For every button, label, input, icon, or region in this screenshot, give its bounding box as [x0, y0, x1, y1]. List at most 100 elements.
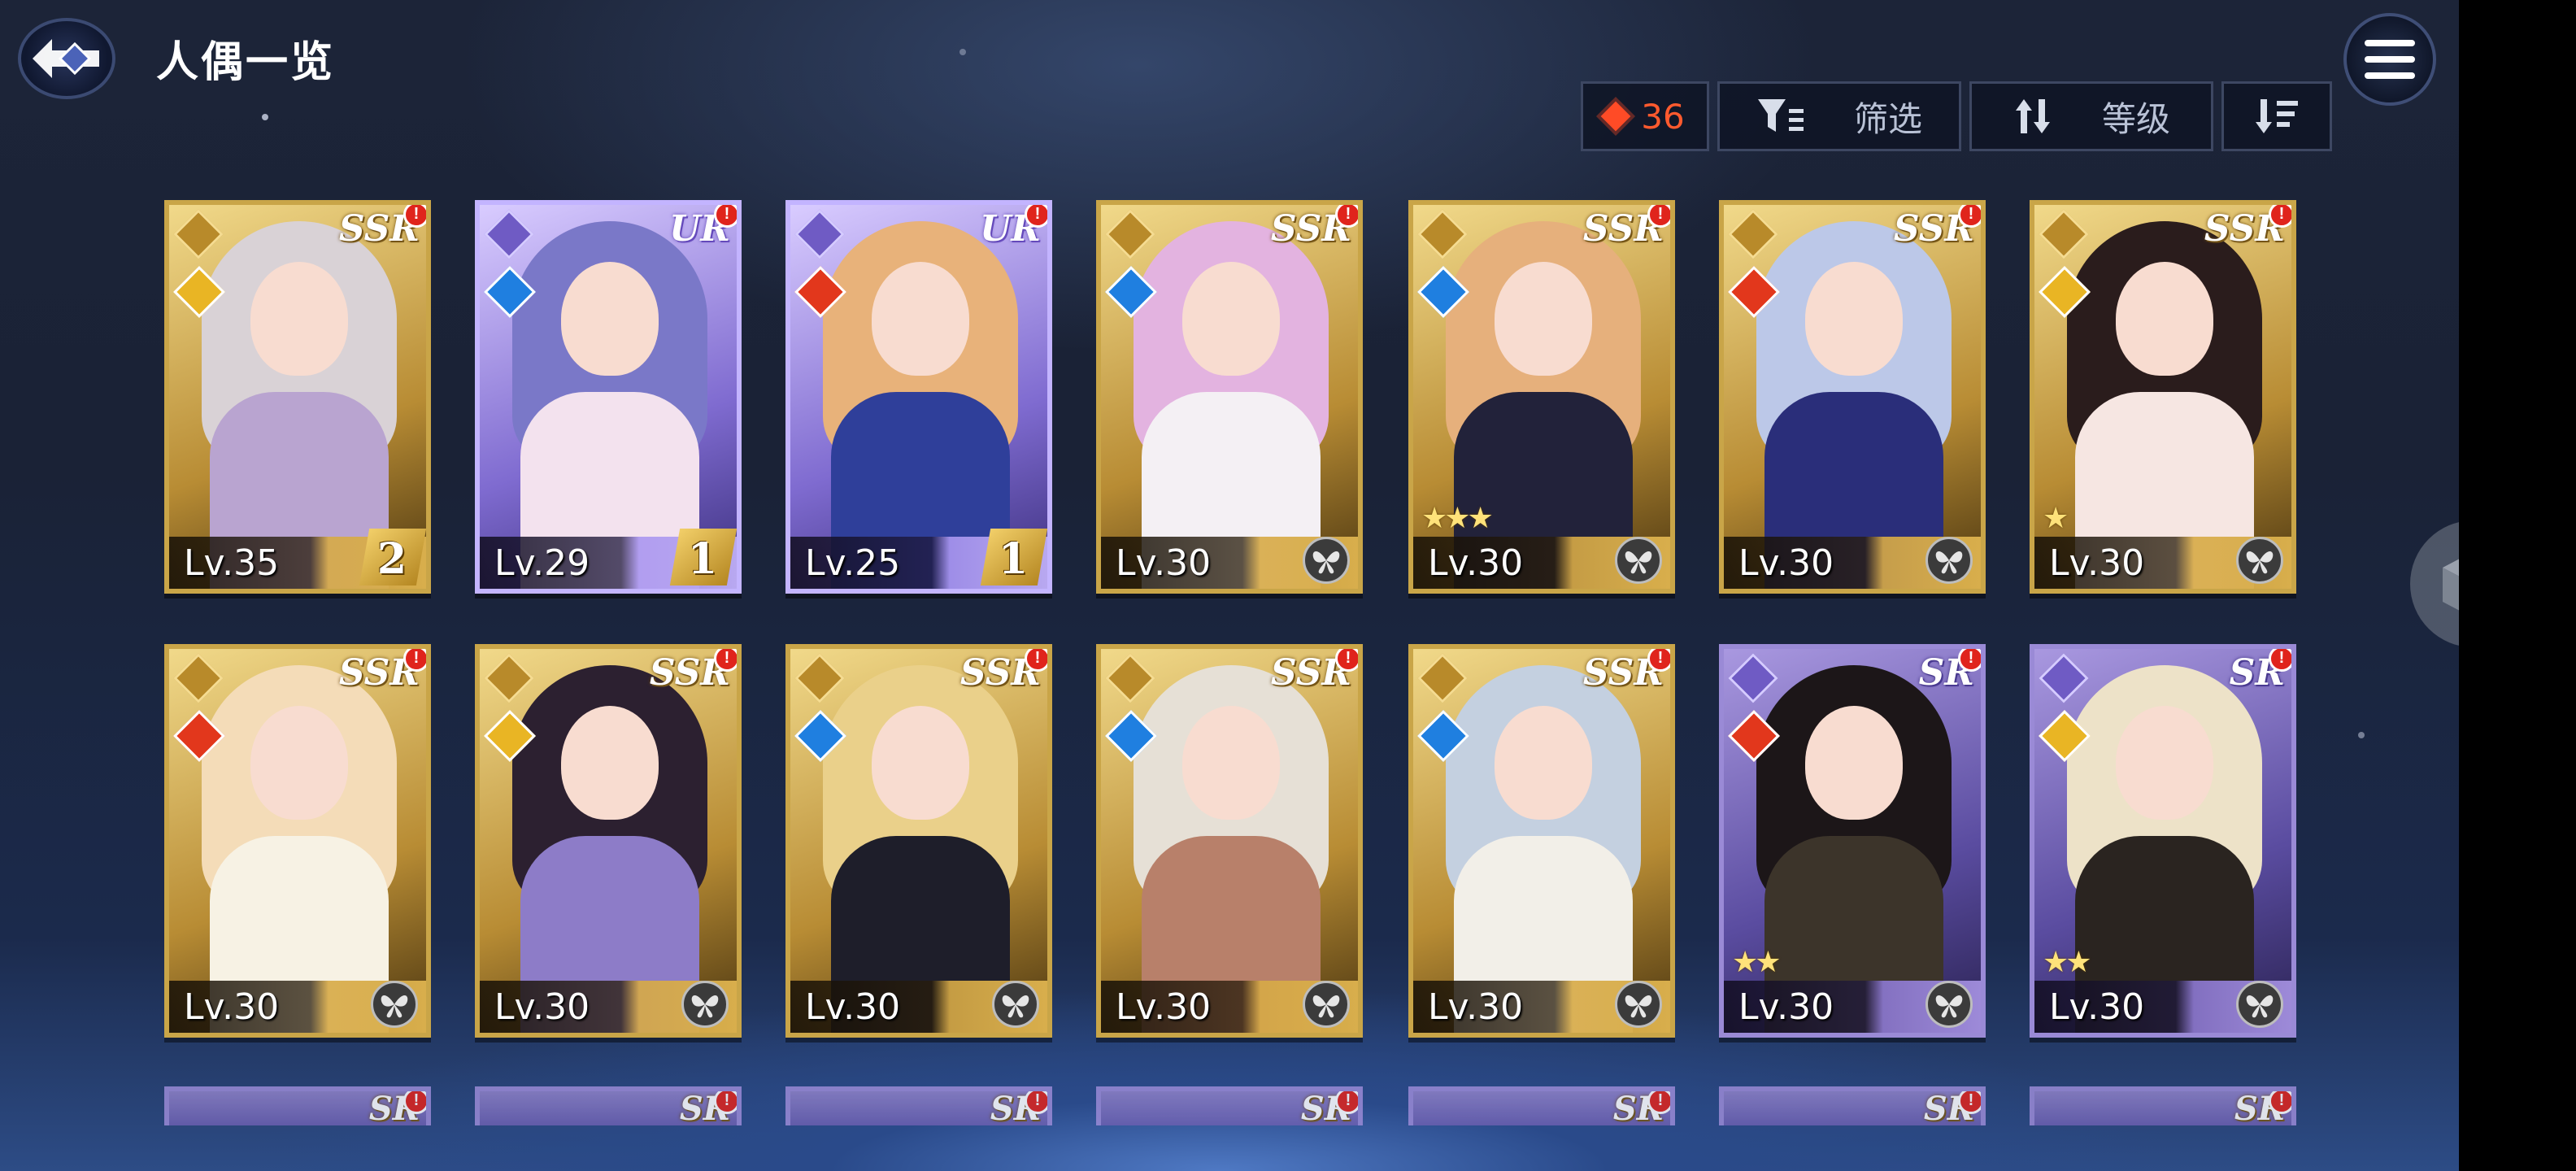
star-rating: ★★	[2043, 945, 2092, 978]
character-card-partial[interactable]: SR !	[1719, 1086, 1986, 1125]
alert-badge: !	[403, 649, 426, 672]
gem-icon	[1600, 101, 1631, 132]
character-card-partial[interactable]: SR !	[1096, 1086, 1363, 1125]
character-card[interactable]: SSR ! Lv.30	[1096, 200, 1363, 594]
alert-badge: !	[1025, 649, 1047, 672]
alert-badge: !	[2269, 1091, 2291, 1114]
character-card[interactable]: SSR ! ★★★ Lv.30	[1408, 200, 1675, 594]
bond-level: 1	[998, 534, 1028, 584]
character-card[interactable]: SSR ! Lv.30	[1408, 644, 1675, 1038]
alert-badge: !	[403, 205, 426, 228]
currency-counter: 36	[1581, 81, 1709, 151]
character-card[interactable]: SSR ! Lv.30	[1096, 644, 1363, 1038]
star-dust	[2358, 732, 2365, 738]
level-label: Lv.30	[805, 986, 901, 1028]
sort-label: 等级	[2101, 98, 2170, 139]
character-card[interactable]: SSR ! Lv.30	[1719, 200, 1986, 594]
alert-badge: !	[2269, 649, 2291, 672]
character-card[interactable]: UR ! Lv.25 1	[785, 200, 1052, 594]
character-portrait	[790, 649, 1047, 1033]
alert-badge: !	[714, 649, 737, 672]
character-card[interactable]: SSR ! Lv.30	[785, 644, 1052, 1038]
alert-badge: !	[1958, 205, 1981, 228]
level-label: Lv.30	[1738, 986, 1834, 1028]
portrait-face	[872, 706, 969, 820]
portrait-face	[1182, 262, 1280, 376]
butterfly-icon	[2236, 537, 2283, 584]
alert-badge: !	[1335, 1091, 1358, 1114]
butterfly-icon	[1615, 981, 1662, 1028]
character-card[interactable]: UR ! Lv.29 1	[475, 200, 742, 594]
portrait-face	[250, 706, 348, 820]
character-card[interactable]: SR ! ★★ Lv.30	[2030, 644, 2296, 1038]
portrait-face	[1805, 262, 1903, 376]
portrait-face	[1495, 706, 1592, 820]
butterfly-icon	[1925, 537, 1973, 584]
sort-arrows-icon	[2015, 99, 2050, 133]
level-label: Lv.30	[1428, 986, 1524, 1028]
character-card-partial[interactable]: SR !	[2030, 1086, 2296, 1125]
character-card-partial[interactable]: SR !	[1408, 1086, 1675, 1125]
star-dust	[959, 49, 966, 55]
portrait-face	[2116, 262, 2213, 376]
level-label: Lv.30	[1116, 542, 1212, 584]
back-arrow-icon	[33, 39, 99, 78]
character-portrait	[169, 649, 426, 1033]
alert-badge: !	[2269, 205, 2291, 228]
level-label: Lv.35	[184, 542, 280, 584]
bond-level: 2	[376, 534, 407, 584]
screen: 人偶一览 36 筛选 等级 SSR ! Lv.35 2 UR ! Lv.29 1…	[0, 0, 2459, 1171]
cube-button[interactable]	[2410, 520, 2459, 647]
alert-badge: !	[1647, 1091, 1670, 1114]
level-label: Lv.30	[1428, 542, 1524, 584]
filter-icon	[1757, 99, 1804, 132]
filter-button[interactable]: 筛选	[1717, 81, 1961, 151]
star-rating: ★★★	[1421, 501, 1494, 534]
portrait-face	[250, 262, 348, 376]
butterfly-icon	[1303, 981, 1350, 1028]
butterfly-icon	[992, 981, 1039, 1028]
character-portrait	[480, 649, 737, 1033]
character-card-partial[interactable]: SR !	[475, 1086, 742, 1125]
sort-button[interactable]: 等级	[1969, 81, 2213, 151]
hamburger-icon	[2365, 40, 2415, 79]
character-portrait	[1413, 649, 1670, 1033]
cube-icon	[2443, 559, 2459, 611]
level-label: Lv.30	[1116, 986, 1212, 1028]
portrait-face	[1495, 262, 1592, 376]
character-card[interactable]: SSR ! Lv.30	[164, 644, 431, 1038]
portrait-face	[2116, 706, 2213, 820]
level-label: Lv.25	[805, 542, 901, 584]
page-title: 人偶一览	[156, 38, 336, 87]
character-portrait	[1101, 649, 1358, 1033]
portrait-face	[561, 262, 659, 376]
character-card-partial[interactable]: SR !	[785, 1086, 1052, 1125]
alert-badge: !	[714, 205, 737, 228]
butterfly-icon	[681, 981, 729, 1028]
character-card[interactable]: SSR ! ★ Lv.30	[2030, 200, 2296, 594]
menu-button[interactable]	[2343, 13, 2436, 106]
level-label: Lv.30	[1738, 542, 1834, 584]
alert-badge: !	[1335, 205, 1358, 228]
level-label: Lv.30	[2049, 986, 2145, 1028]
sort-descending-icon	[2256, 99, 2298, 133]
butterfly-icon	[371, 981, 418, 1028]
back-button[interactable]	[18, 18, 115, 99]
star-rating: ★★	[1732, 945, 1782, 978]
sort-order-button[interactable]	[2221, 81, 2332, 151]
alert-badge: !	[1647, 649, 1670, 672]
alert-badge: !	[1335, 649, 1358, 672]
character-card[interactable]: SR ! ★★ Lv.30	[1719, 644, 1986, 1038]
alert-badge: !	[714, 1091, 737, 1114]
character-card[interactable]: SSR ! Lv.35 2	[164, 200, 431, 594]
alert-badge: !	[1647, 205, 1670, 228]
character-portrait	[1724, 205, 1981, 589]
filter-label: 筛选	[1853, 98, 1922, 139]
portrait-face	[1805, 706, 1903, 820]
bond-level: 1	[687, 534, 717, 584]
character-card[interactable]: SSR ! Lv.30	[475, 644, 742, 1038]
level-label: Lv.30	[494, 986, 590, 1028]
character-card-partial[interactable]: SR !	[164, 1086, 431, 1125]
alert-badge: !	[1958, 649, 1981, 672]
butterfly-icon	[2236, 981, 2283, 1028]
